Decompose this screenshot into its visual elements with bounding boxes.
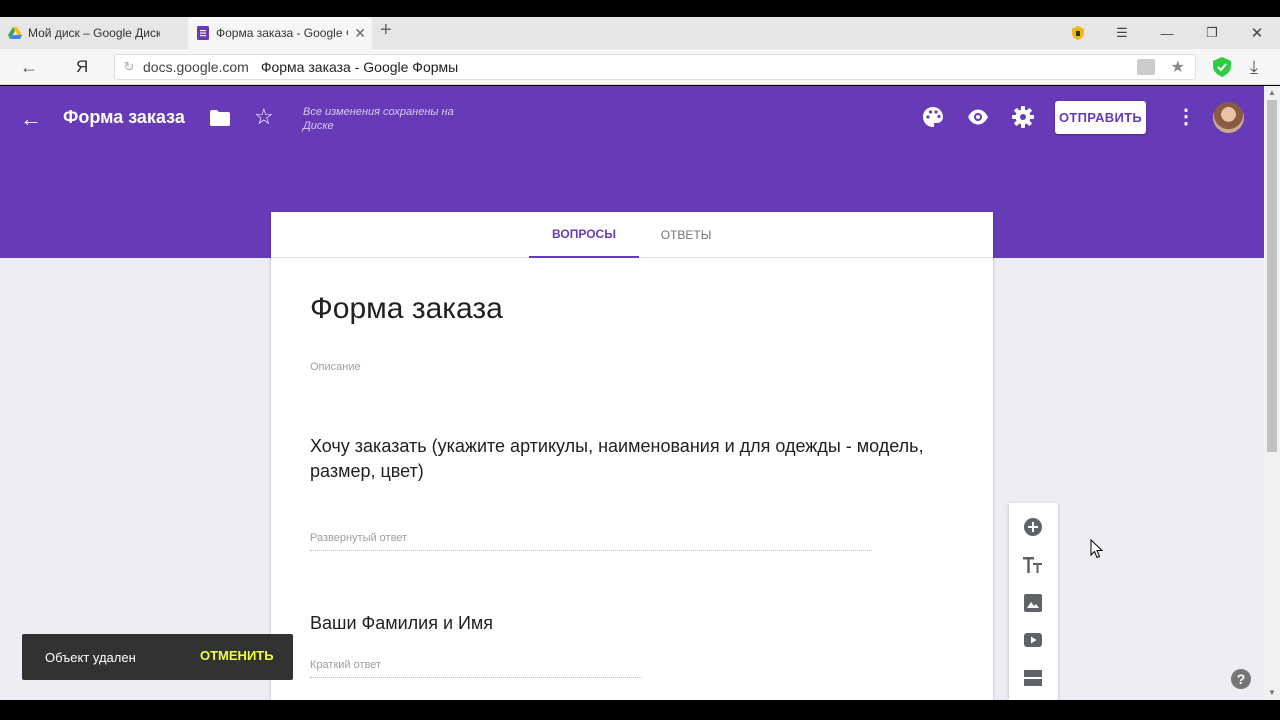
new-tab-button[interactable]: + <box>380 19 392 42</box>
browser-tab-strip: Мой диск – Google Диск Форма заказа - Go… <box>0 17 1280 49</box>
restore-icon[interactable]: ❐ <box>1192 17 1232 49</box>
question-title[interactable]: Хочу заказать (укажите артикулы, наимено… <box>310 434 970 484</box>
back-arrow-icon[interactable]: ← <box>20 57 38 78</box>
yandex-logo[interactable]: Я <box>76 57 88 77</box>
add-image-button[interactable] <box>1021 591 1045 615</box>
folder-icon[interactable] <box>210 110 230 126</box>
add-question-button[interactable] <box>1021 515 1045 539</box>
bookmark-star-icon[interactable]: ★ <box>1171 57 1185 77</box>
star-icon[interactable]: ☆ <box>254 104 274 130</box>
form-title[interactable]: Форма заказа <box>310 292 503 326</box>
menu-icon[interactable]: ☰ <box>1102 17 1142 49</box>
scroll-down-icon[interactable]: ▼ <box>1268 688 1276 697</box>
scroll-up-icon[interactable]: ▲ <box>1268 88 1276 97</box>
close-tab-icon[interactable]: ✕ <box>354 25 366 42</box>
add-title-icon <box>1023 557 1042 573</box>
palette-icon[interactable] <box>922 106 944 128</box>
screen: Мой диск – Google Диск Форма заказа - Go… <box>0 0 1280 720</box>
add-question-icon <box>1024 518 1042 536</box>
form-description-field[interactable]: Описание <box>310 361 361 373</box>
address-bar[interactable]: ↻ docs.google.com Форма заказа - Google … <box>114 54 1196 80</box>
add-section-icon <box>1024 670 1042 686</box>
protect-icon[interactable] <box>1058 17 1098 49</box>
add-video-icon <box>1024 633 1042 647</box>
google-drive-icon <box>8 27 22 39</box>
add-section-button[interactable] <box>1021 666 1045 690</box>
snackbar: Объект удален ОТМЕНИТЬ <box>22 634 293 680</box>
minimize-icon[interactable]: — <box>1147 17 1187 49</box>
undo-button[interactable]: ОТМЕНИТЬ <box>200 648 274 663</box>
avatar[interactable] <box>1213 102 1244 133</box>
tab-label: Мой диск – Google Диск <box>28 26 160 40</box>
reload-icon[interactable]: ↻ <box>115 59 143 75</box>
snackbar-message: Объект удален <box>45 650 136 665</box>
lock-icon[interactable] <box>1137 59 1155 75</box>
scrollbar-thumb[interactable] <box>1267 100 1277 452</box>
question-title[interactable]: Ваши Фамилия и Имя <box>310 613 493 634</box>
back-arrow-icon[interactable]: ← <box>20 106 42 132</box>
browser-tab-forms[interactable]: Форма заказа - Google Ф ✕ <box>188 17 372 49</box>
add-title-button[interactable] <box>1021 553 1045 577</box>
help-icon[interactable]: ? <box>1231 669 1251 689</box>
send-button[interactable]: ОТПРАВИТЬ <box>1055 101 1146 134</box>
scrollbar[interactable]: ▲ ▼ <box>1264 86 1280 700</box>
save-status: Все изменения сохранены на Диске <box>303 106 454 132</box>
mouse-cursor-icon <box>1090 539 1104 559</box>
form-card: ВОПРОСЫ ОТВЕТЫ Форма заказа Описание Хоч… <box>271 212 993 700</box>
add-video-button[interactable] <box>1021 628 1045 652</box>
tab-label: Форма заказа - Google Ф <box>216 26 348 40</box>
shield-icon[interactable] <box>1213 57 1231 77</box>
long-answer-field: Развернутый ответ <box>310 532 872 551</box>
browser-tab-drive[interactable]: Мой диск – Google Диск <box>0 17 186 49</box>
form-name[interactable]: Форма заказа <box>63 107 185 128</box>
close-window-icon[interactable]: ✕ <box>1237 17 1277 49</box>
short-answer-field: Краткий ответ <box>310 659 642 678</box>
more-vert-icon[interactable]: ⋮ <box>1176 104 1196 129</box>
address-domain: docs.google.com <box>143 59 249 75</box>
tab-responses[interactable]: ОТВЕТЫ <box>643 212 729 258</box>
preview-eye-icon[interactable] <box>967 106 989 128</box>
address-page-title: Форма заказа - Google Формы <box>260 59 459 75</box>
form-tabs: ВОПРОСЫ ОТВЕТЫ <box>271 212 993 258</box>
address-row: ← Я ↻ docs.google.com Форма заказа - Goo… <box>0 49 1280 85</box>
tab-questions[interactable]: ВОПРОСЫ <box>529 212 639 258</box>
settings-gear-icon[interactable] <box>1012 106 1034 128</box>
form-toolbar <box>1009 503 1058 700</box>
download-icon[interactable]: ⤓ <box>1250 57 1258 78</box>
add-image-icon <box>1024 594 1042 612</box>
google-forms-icon <box>197 26 209 40</box>
